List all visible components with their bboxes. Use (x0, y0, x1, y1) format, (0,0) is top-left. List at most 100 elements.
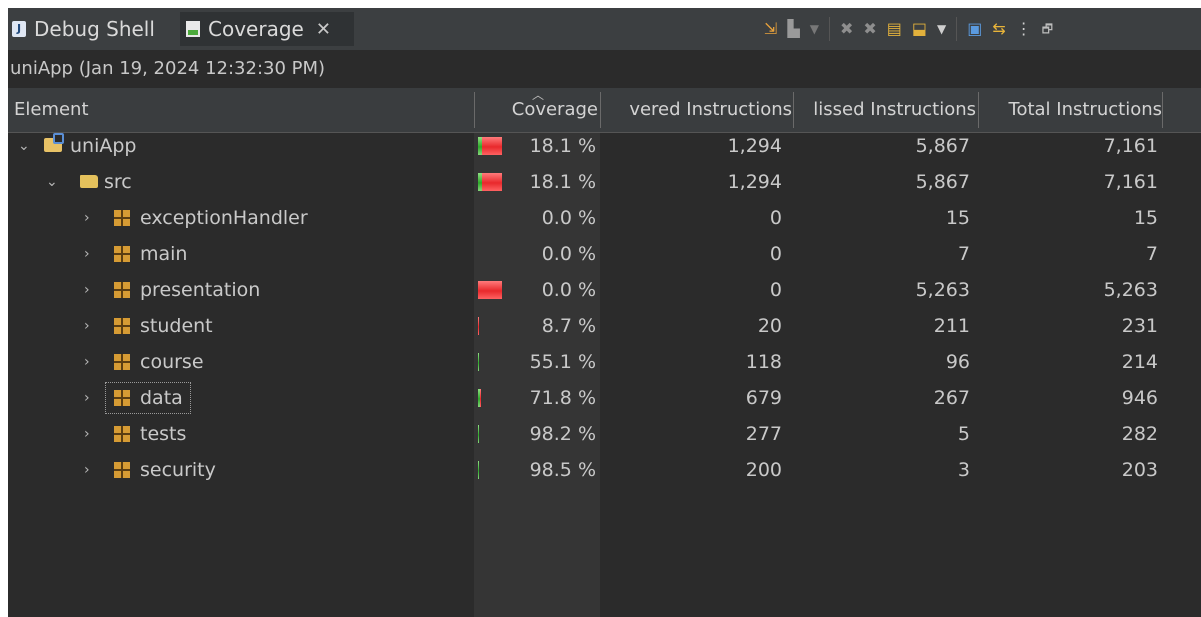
coverage-percent: 0.0 % (541, 243, 596, 265)
missed-instructions: 3 (957, 459, 970, 481)
missed-instructions: 7 (957, 243, 970, 265)
covered-coverage-bar (478, 425, 479, 443)
table-row[interactable]: ⌄ src 18.1 % 1,294 5,867 7,161 (8, 164, 1201, 200)
missed-instructions: 5,867 (915, 171, 970, 193)
column-header-covered-instructions[interactable]: vered Instructions (606, 88, 792, 132)
table-row[interactable]: › data 71.8 % 679 267 946 (8, 380, 1201, 416)
package-icon (114, 462, 130, 478)
column-divider[interactable] (1162, 92, 1163, 128)
covered-coverage-bar (478, 353, 479, 371)
missed-instructions: 96 (945, 351, 970, 373)
column-header-coverage[interactable]: Coverage (476, 88, 600, 132)
missed-instructions: 5,263 (915, 279, 970, 301)
missed-coverage-bar (482, 173, 502, 191)
chevron-down-icon[interactable]: ⌄ (18, 128, 30, 164)
chevron-right-icon[interactable]: › (84, 308, 90, 344)
covered-instructions: 200 (745, 459, 782, 481)
covered-instructions: 20 (757, 315, 782, 337)
relaunch-icon[interactable]: ⇲ (764, 16, 777, 42)
covered-coverage-bar (478, 461, 479, 479)
column-divider[interactable] (600, 92, 601, 128)
covered-instructions: 1,294 (727, 171, 782, 193)
tab-debug-shell[interactable]: J Debug Shell (12, 12, 155, 46)
total-instructions: 231 (1121, 315, 1158, 337)
remove-all-sessions-icon[interactable]: ✖ (863, 16, 876, 42)
project-icon (44, 133, 64, 152)
table-row[interactable]: › main 0.0 % 0 7 7 (8, 236, 1201, 272)
table-row[interactable]: › security 98.5 % 200 3 203 (8, 452, 1201, 488)
column-divider[interactable] (978, 92, 979, 128)
chevron-down-icon[interactable]: ▼ (810, 16, 819, 42)
missed-coverage-bar (478, 281, 502, 299)
table-row[interactable]: › exceptionHandler 0.0 % 0 15 15 (8, 200, 1201, 236)
chevron-right-icon[interactable]: › (84, 380, 90, 416)
tab-label: Debug Shell (34, 17, 155, 41)
missed-instructions: 15 (945, 207, 970, 229)
covered-coverage-bar (478, 173, 482, 191)
chevron-down-icon[interactable]: ⌄ (46, 164, 58, 200)
total-instructions: 7,161 (1103, 171, 1158, 193)
covered-instructions: 679 (745, 387, 782, 409)
collapse-all-icon[interactable]: ▣ (967, 16, 982, 42)
coverage-view: J Debug Shell Coverage ✕ ⇲ ▙ ▼ ✖ ✖ ▤ ⬓ ▼… (8, 8, 1201, 617)
column-divider[interactable] (474, 92, 475, 128)
coverage-percent: 8.7 % (541, 315, 596, 337)
dump-execution-data-icon[interactable]: ▙ (787, 16, 799, 42)
element-name: exceptionHandler (140, 207, 308, 229)
coverage-percent: 98.2 % (529, 423, 596, 445)
covered-instructions: 1,294 (727, 135, 782, 157)
table-header: Element ︿ Coverage vered Instructions li… (8, 88, 1201, 133)
coverage-percent: 0.0 % (541, 207, 596, 229)
covered-coverage-bar (478, 389, 480, 407)
view-tab-bar: J Debug Shell Coverage ✕ ⇲ ▙ ▼ ✖ ✖ ▤ ⬓ ▼… (8, 8, 1201, 50)
missed-instructions: 5 (957, 423, 970, 445)
table-row[interactable]: › tests 98.2 % 277 5 282 (8, 416, 1201, 452)
total-instructions: 5,263 (1103, 279, 1158, 301)
debug-shell-icon: J (12, 21, 26, 37)
coverage-percent: 55.1 % (529, 351, 596, 373)
folder-icon (80, 175, 98, 188)
total-instructions: 203 (1121, 459, 1158, 481)
column-header-missed-instructions[interactable]: lissed Instructions (794, 88, 976, 132)
coverage-percent: 71.8 % (529, 387, 596, 409)
covered-coverage-bar (478, 137, 482, 155)
minimize-icon[interactable]: 🗗 (1042, 16, 1053, 42)
package-icon (114, 246, 130, 262)
remove-session-icon[interactable]: ✖ (840, 16, 853, 42)
link-with-selection-icon[interactable]: ⇆ (992, 16, 1005, 42)
chevron-down-icon[interactable]: ▼ (937, 16, 946, 42)
column-header-element[interactable]: Element (14, 88, 470, 132)
chevron-right-icon[interactable]: › (84, 344, 90, 380)
view-toolbar: ⇲ ▙ ▼ ✖ ✖ ▤ ⬓ ▼ ▣ ⇆ ⋮ 🗗 (764, 16, 1063, 42)
chevron-right-icon[interactable]: › (84, 272, 90, 308)
element-name: course (140, 351, 204, 373)
tab-coverage[interactable]: Coverage ✕ (180, 12, 354, 46)
view-menu-icon[interactable]: ⋮ (1016, 16, 1032, 42)
package-icon (114, 426, 130, 442)
table-row[interactable]: › presentation 0.0 % 0 5,263 5,263 (8, 272, 1201, 308)
table-row[interactable]: › student 8.7 % 20 211 231 (8, 308, 1201, 344)
merge-sessions-icon[interactable]: ▤ (887, 16, 902, 42)
element-name: presentation (140, 279, 261, 301)
chevron-right-icon[interactable]: › (84, 452, 90, 488)
coverage-percent: 98.5 % (529, 459, 596, 481)
package-icon (114, 354, 130, 370)
select-session-icon[interactable]: ⬓ (912, 16, 927, 42)
element-name: uniApp (70, 135, 137, 157)
toolbar-separator (828, 17, 830, 41)
coverage-icon (186, 21, 200, 37)
package-icon (114, 210, 130, 226)
covered-instructions: 0 (769, 243, 782, 265)
element-name: data (140, 387, 183, 409)
table-row[interactable]: ⌄ uniApp 18.1 % 1,294 5,867 7,161 (8, 128, 1201, 164)
chevron-right-icon[interactable]: › (84, 236, 90, 272)
total-instructions: 7 (1145, 243, 1158, 265)
element-name: security (140, 459, 216, 481)
table-row[interactable]: › course 55.1 % 118 96 214 (8, 344, 1201, 380)
column-header-total-instructions[interactable]: Total Instructions (982, 88, 1162, 132)
coverage-percent: 18.1 % (529, 171, 596, 193)
covered-instructions: 118 (745, 351, 782, 373)
chevron-right-icon[interactable]: › (84, 416, 90, 452)
chevron-right-icon[interactable]: › (84, 200, 90, 236)
close-icon[interactable]: ✕ (316, 19, 331, 40)
